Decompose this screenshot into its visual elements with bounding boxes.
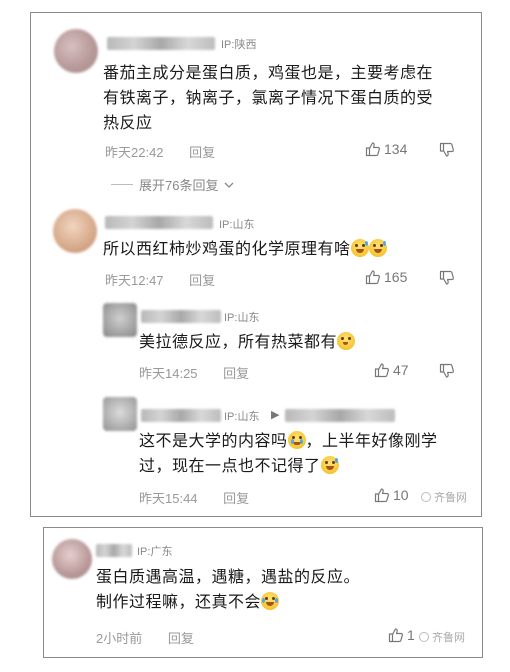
ip-location: IP:山东 <box>224 312 260 324</box>
sweat-laugh-emoji <box>350 239 369 257</box>
username-blurred[interactable] <box>107 37 215 50</box>
comment-time: 昨天15:44 <box>139 491 198 506</box>
like-button[interactable]: 1 <box>388 627 415 643</box>
like-button[interactable]: 134 <box>365 141 407 157</box>
dislike-button[interactable] <box>439 270 455 286</box>
comment-time: 昨天14:25 <box>139 366 198 381</box>
thumbs-down-icon <box>439 363 455 379</box>
flushed-emoji <box>337 332 356 350</box>
sweat-smile-emoji <box>320 456 339 474</box>
username-blurred[interactable] <box>141 409 221 422</box>
avatar[interactable] <box>52 539 92 579</box>
thumbs-up-icon <box>374 362 390 378</box>
comment-thread-panel: IP:陕西 番茄主成分是蛋白质，鸡蛋也是，主要考虑在 有铁离子，钠离子，氯离子情… <box>30 12 482 517</box>
dislike-button[interactable] <box>439 363 455 379</box>
comment-meta: 昨天12:47 回复 <box>105 270 215 289</box>
expand-replies-label: 展开76条回复 <box>139 178 219 193</box>
like-count: 1 <box>407 627 415 643</box>
thumbs-down-icon <box>439 270 455 286</box>
reply-button[interactable]: 回复 <box>189 273 215 288</box>
username-blurred[interactable] <box>96 544 132 557</box>
reply-button[interactable]: 回复 <box>168 631 194 646</box>
expand-replies-button[interactable]: 展开76条回复 <box>111 175 234 194</box>
comment-panel: IP:广东 蛋白质遇高温，遇糖，遇盐的反应。 制作过程嘛，还真不会 2小时前 回… <box>43 527 483 658</box>
reply-button[interactable]: 回复 <box>189 145 215 160</box>
watermark: 齐鲁网 <box>421 489 467 505</box>
ip-location: IP:山东 <box>224 411 260 423</box>
avatar[interactable] <box>54 29 98 73</box>
sweat-laugh-emoji <box>368 239 387 257</box>
watermark-logo-icon <box>421 492 431 502</box>
like-count: 10 <box>393 487 409 503</box>
like-button[interactable]: 47 <box>374 362 409 378</box>
reply-arrow-icon: ▶ <box>271 409 280 421</box>
reply-target-blurred[interactable] <box>285 409 395 422</box>
like-button[interactable]: 10 <box>374 487 409 503</box>
comment-meta: 昨天14:25 回复 <box>139 363 249 382</box>
comment-text[interactable]: 番茄主成分是蛋白质，鸡蛋也是，主要考虑在 有铁离子，钠离子，氯离子情况下蛋白质的… <box>103 61 478 136</box>
reply-button[interactable]: 回复 <box>223 491 249 506</box>
like-count: 134 <box>384 141 408 157</box>
comment-text[interactable]: 美拉德反应，所有热菜都有 <box>139 330 479 355</box>
username-blurred[interactable] <box>105 216 213 229</box>
thumbs-up-icon <box>388 627 404 643</box>
reply-button[interactable]: 回复 <box>223 366 249 381</box>
ip-location: IP:广东 <box>137 546 173 558</box>
comment-meta: 2小时前 回复 <box>96 628 194 647</box>
dislike-button[interactable] <box>439 142 455 158</box>
like-button[interactable]: 165 <box>365 269 407 285</box>
avatar[interactable] <box>103 397 137 431</box>
like-count: 165 <box>384 269 408 285</box>
avatar[interactable] <box>103 303 137 337</box>
crying-emoji <box>287 431 306 449</box>
divider-line <box>111 184 133 185</box>
comment-text[interactable]: 这不是大学的内容吗 ，上半年好像刚学 过，现在一点也不记得了 <box>139 429 479 479</box>
like-count: 47 <box>393 362 409 378</box>
rofl-emoji <box>261 592 280 610</box>
thumbs-up-icon <box>365 269 381 285</box>
chevron-down-icon <box>224 177 234 192</box>
comment-time: 昨天22:42 <box>105 145 164 160</box>
comment-time: 昨天12:47 <box>105 273 164 288</box>
comment-meta: 昨天22:42 回复 <box>105 142 215 161</box>
avatar[interactable] <box>53 209 97 253</box>
watermark: 齐鲁网 <box>419 629 465 645</box>
thumbs-down-icon <box>439 142 455 158</box>
comment-time: 2小时前 <box>96 631 143 646</box>
username-blurred[interactable] <box>141 310 221 323</box>
ip-location: IP:陕西 <box>221 39 257 51</box>
thumbs-up-icon <box>374 487 390 503</box>
ip-location: IP:山东 <box>219 219 255 231</box>
comment-text[interactable]: 蛋白质遇高温，遇糖，遇盐的反应。 制作过程嘛，还真不会 <box>96 565 476 615</box>
comment-meta: 昨天15:44 回复 <box>139 488 249 507</box>
comment-text[interactable]: 所以西红柿炒鸡蛋的化学原理有啥 <box>103 237 478 262</box>
thumbs-up-icon <box>365 141 381 157</box>
watermark-logo-icon <box>419 632 429 642</box>
